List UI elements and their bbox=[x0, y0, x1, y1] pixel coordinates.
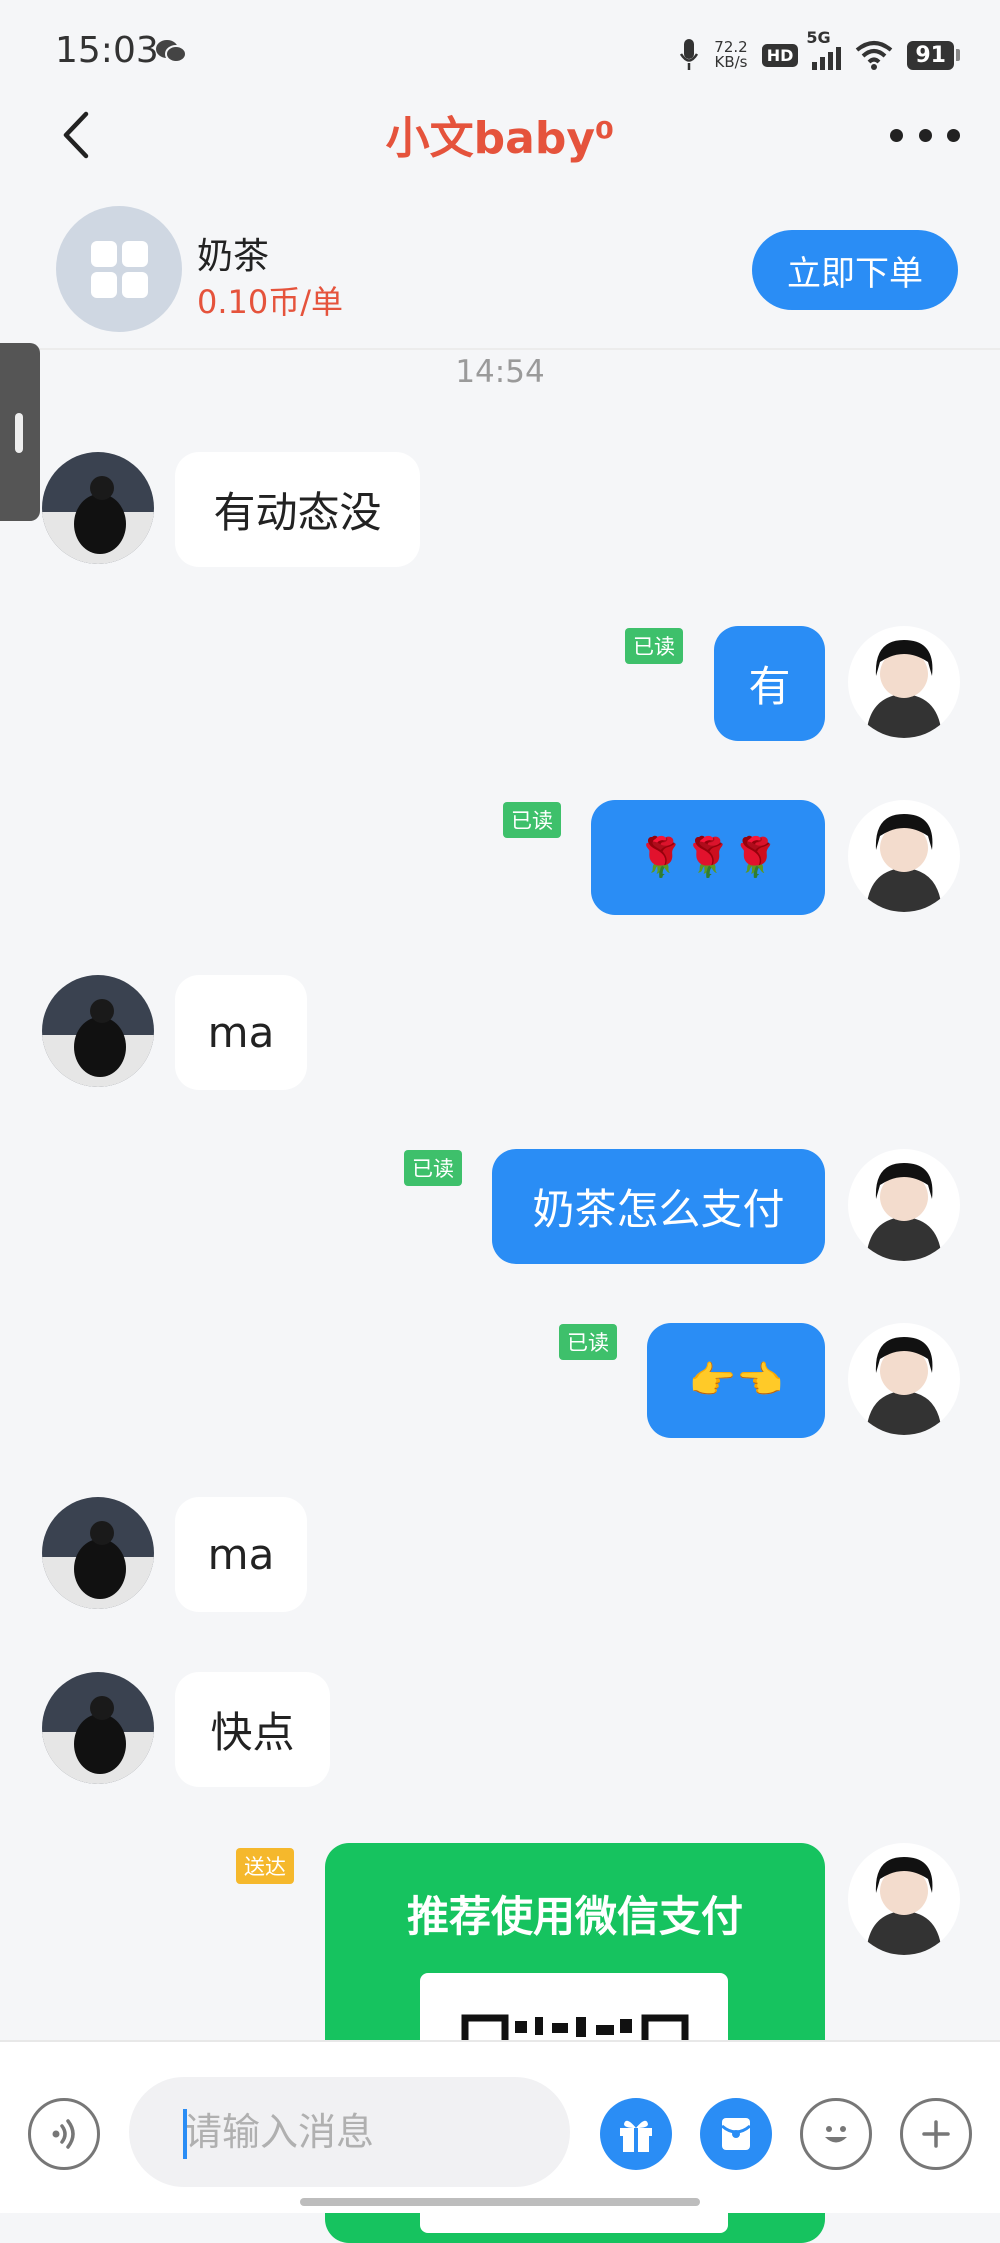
emoji-button[interactable] bbox=[800, 2098, 872, 2170]
pay-card-title: 推荐使用微信支付 bbox=[406, 1892, 743, 1941]
message-bubble[interactable]: 有 bbox=[714, 626, 825, 741]
contact-avatar[interactable] bbox=[42, 1672, 154, 1784]
speed-unit: KB/s bbox=[714, 53, 748, 71]
read-badge: 已读 bbox=[503, 802, 561, 838]
hd-badge: HD bbox=[761, 43, 799, 67]
read-badge: 已读 bbox=[404, 1150, 462, 1186]
contact-avatar[interactable] bbox=[42, 975, 154, 1087]
message-input-bar bbox=[0, 2040, 1000, 2213]
more-options-icon[interactable] bbox=[890, 120, 960, 150]
emoji-icon bbox=[825, 2126, 847, 2143]
order-now-button[interactable]: 立即下单 bbox=[752, 230, 958, 310]
side-panel-handle[interactable] bbox=[0, 343, 40, 521]
my-avatar[interactable] bbox=[848, 1323, 960, 1435]
my-avatar[interactable] bbox=[848, 1843, 960, 1955]
my-avatar[interactable] bbox=[848, 626, 960, 738]
cellular-signal-icon: 5G bbox=[806, 28, 842, 70]
chat-timestamp: 14:54 bbox=[455, 354, 545, 390]
product-image bbox=[56, 206, 182, 332]
read-badge: 已读 bbox=[559, 1324, 617, 1360]
plus-button[interactable] bbox=[900, 2098, 972, 2170]
microphone-icon bbox=[680, 39, 699, 70]
message-input[interactable] bbox=[129, 2077, 570, 2187]
message-bubble[interactable]: ma bbox=[175, 975, 307, 1090]
read-badge: 已读 bbox=[625, 628, 683, 664]
product-name: 奶茶 bbox=[197, 236, 270, 277]
delivered-badge: 送达 bbox=[236, 1848, 294, 1884]
plus-icon bbox=[922, 2120, 950, 2148]
wechat-icon bbox=[156, 40, 187, 63]
battery-icon: 91 bbox=[907, 40, 960, 70]
chat-header: 小文baby⁰ bbox=[0, 90, 1000, 210]
message-bubble[interactable]: 有动态没 bbox=[175, 452, 420, 567]
network-type: 5G bbox=[806, 28, 831, 47]
message-bubble[interactable]: 🌹🌹🌹 bbox=[591, 800, 825, 915]
home-indicator[interactable] bbox=[300, 2198, 700, 2206]
message-bubble[interactable]: ma bbox=[175, 1497, 307, 1612]
voice-button[interactable] bbox=[28, 2098, 100, 2170]
contact-avatar[interactable] bbox=[42, 1497, 154, 1609]
red-packet-icon bbox=[721, 2118, 751, 2150]
wifi-icon bbox=[856, 41, 893, 70]
red-packet-button[interactable] bbox=[700, 2098, 772, 2170]
text-caret bbox=[183, 2109, 187, 2159]
battery-level: 91 bbox=[907, 40, 954, 70]
my-avatar[interactable] bbox=[848, 800, 960, 912]
product-card[interactable]: 奶茶 0.10币/单 立即下单 bbox=[0, 200, 1000, 350]
gift-button[interactable] bbox=[600, 2098, 672, 2170]
contact-avatar[interactable] bbox=[42, 452, 154, 564]
voice-icon bbox=[52, 2119, 75, 2149]
status-time: 15:03 bbox=[55, 30, 159, 71]
app-grid-icon bbox=[90, 240, 148, 298]
product-price: 0.10币/单 bbox=[197, 283, 344, 321]
network-speed: 72.2 KB/s bbox=[714, 40, 747, 70]
message-bubble[interactable]: 奶茶怎么支付 bbox=[492, 1149, 825, 1264]
gift-icon bbox=[620, 2120, 652, 2152]
chat-title: 小文baby⁰ bbox=[385, 113, 615, 164]
message-bubble[interactable]: 👉👈 bbox=[647, 1323, 825, 1438]
my-avatar[interactable] bbox=[848, 1149, 960, 1261]
message-bubble[interactable]: 快点 bbox=[175, 1672, 330, 1787]
